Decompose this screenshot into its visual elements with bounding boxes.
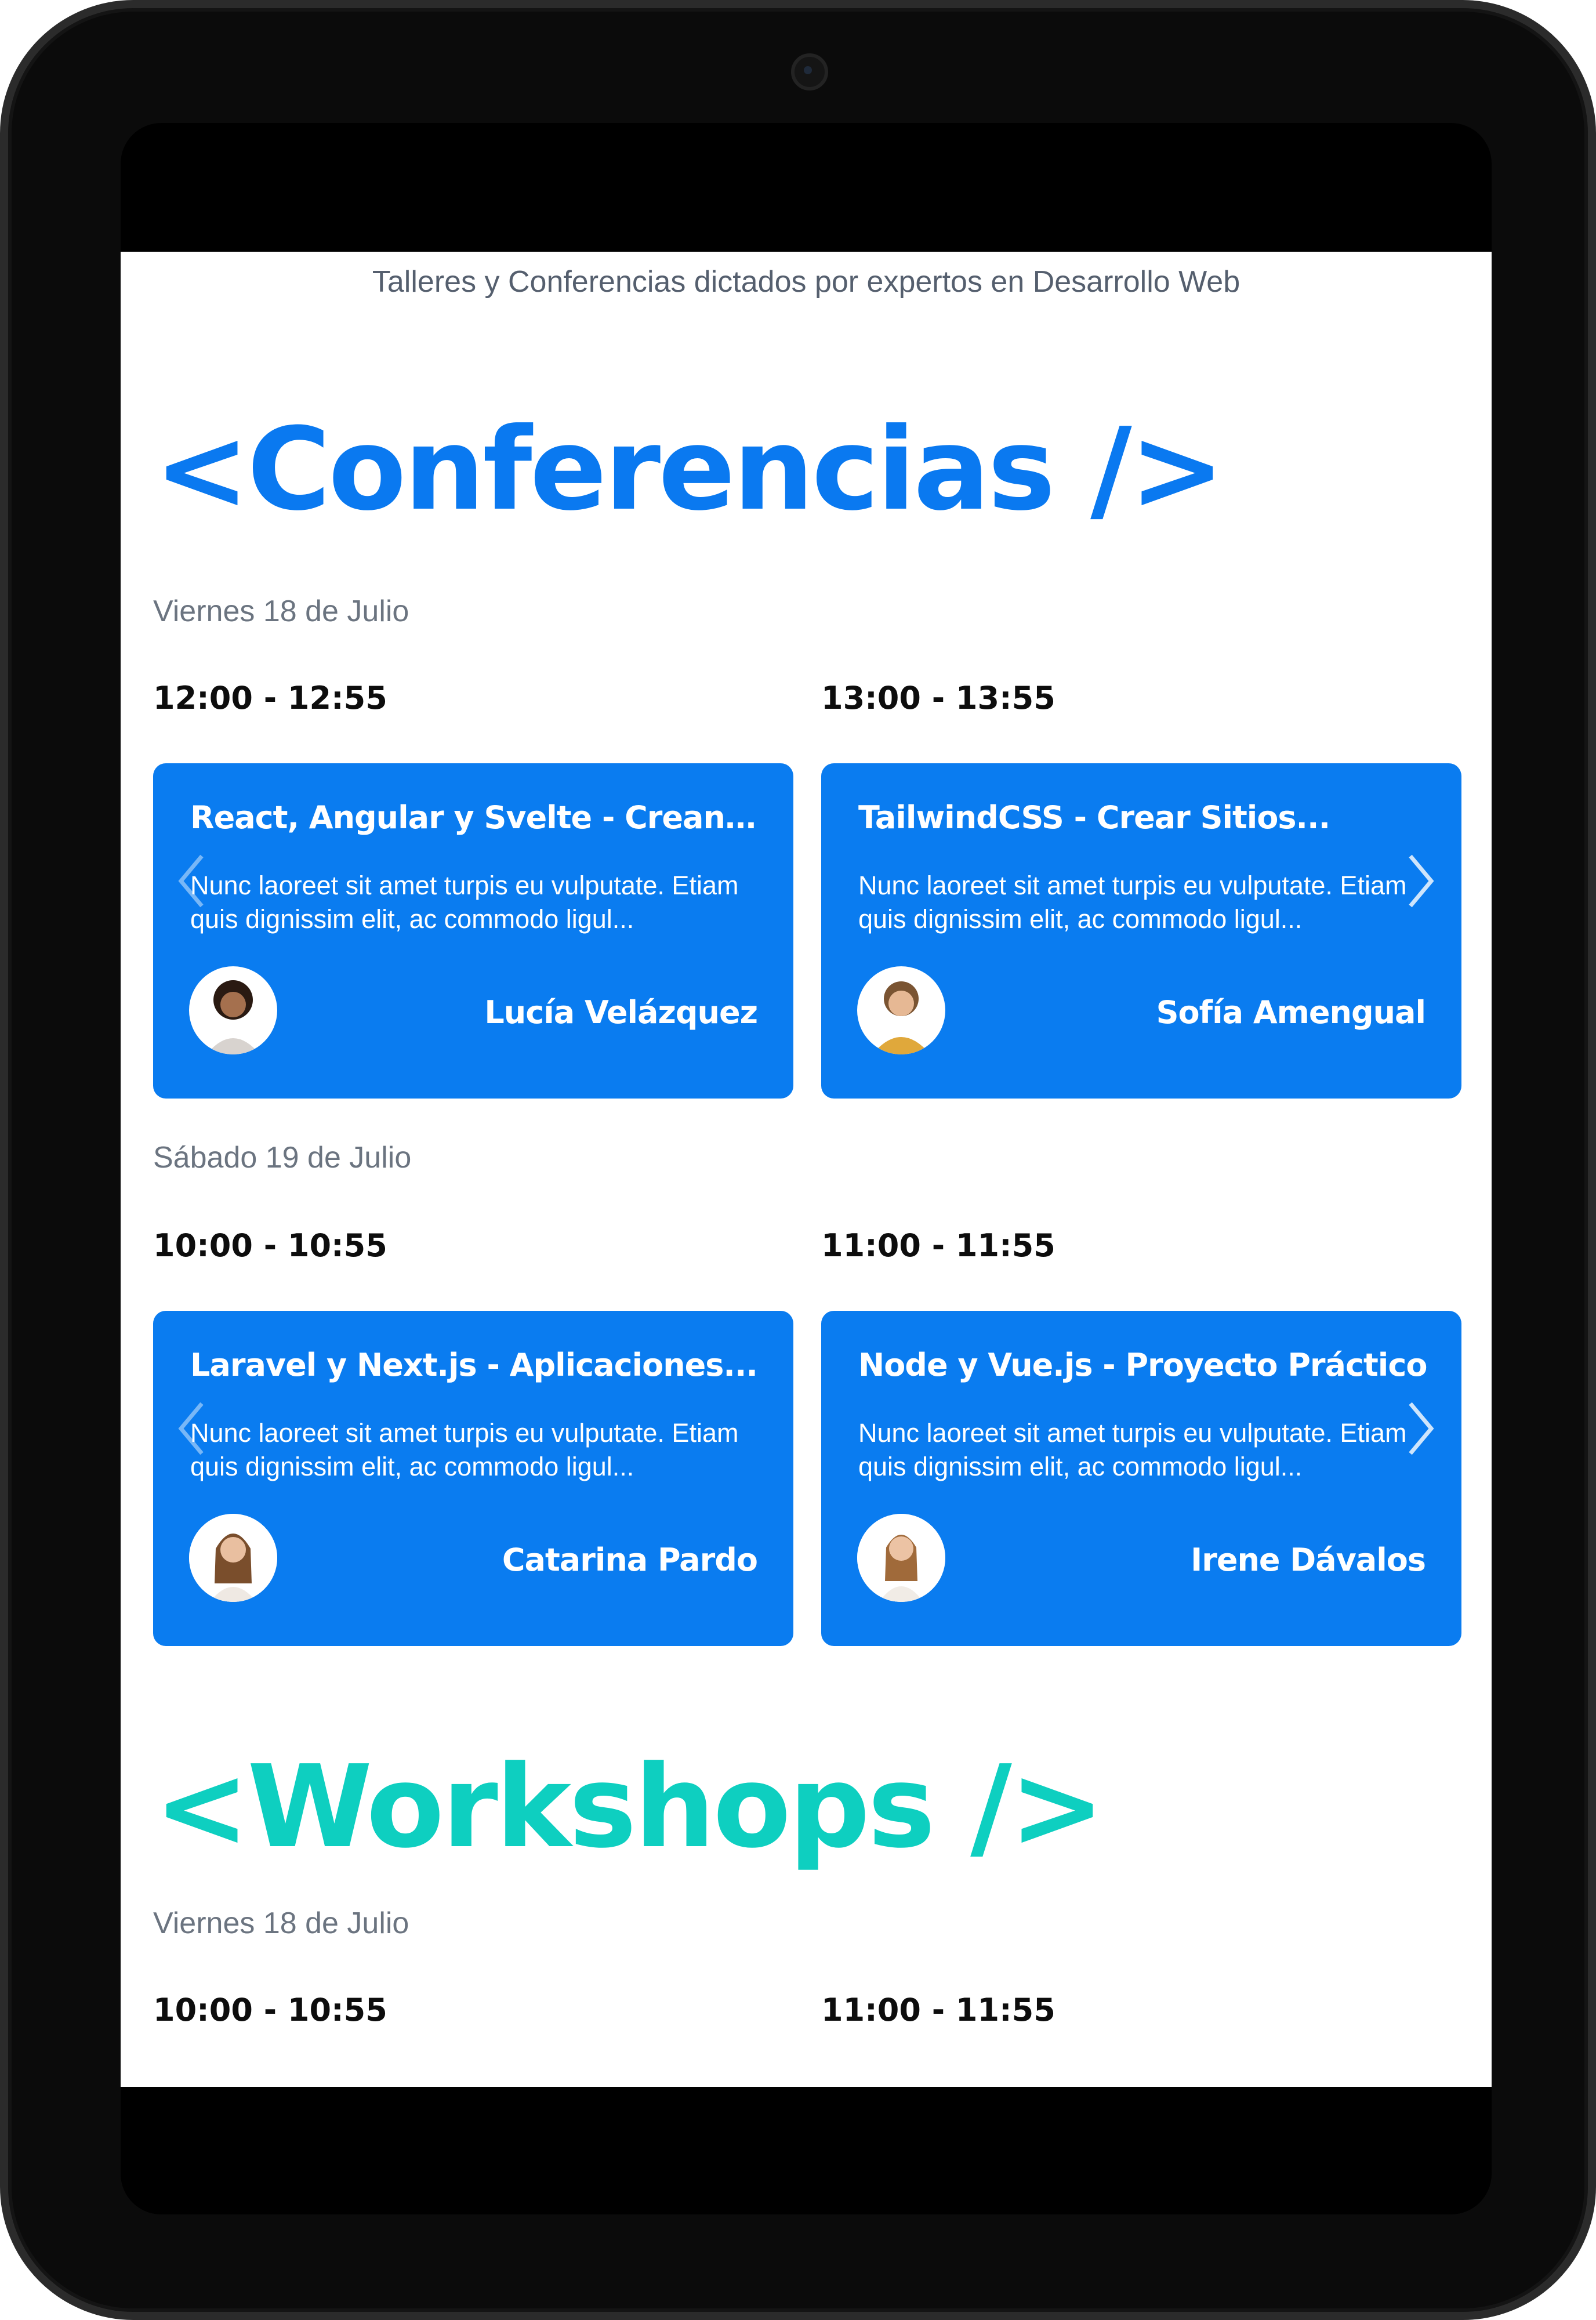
speaker-name: Lucía Velázquez [484,994,758,1031]
event-card[interactable]: TailwindCSS - Crear Sitios... Nunc laore… [821,763,1461,1099]
event-description: Nunc laoreet sit amet turpis eu vulputat… [858,871,1407,934]
event-description: Nunc laoreet sit amet turpis eu vulputat… [190,871,739,934]
web-page[interactable]: Talleres y Conferencias dictados por exp… [121,252,1492,2087]
event-card[interactable]: Node y Vue.js - Proyecto Práctico Nunc l… [821,1311,1461,1646]
chevron-left-icon[interactable] [172,1397,212,1460]
chevron-right-icon[interactable] [1400,849,1441,913]
event-description: Nunc laoreet sit amet turpis eu vulputat… [858,1418,1407,1481]
event-time: 10:00 - 10:55 [153,1227,387,1264]
conferencias-heading: <Conferencias /> [154,404,1225,536]
tablet-frame: Talleres y Conferencias dictados por exp… [0,0,1596,2320]
event-time: 13:00 - 13:55 [821,680,1055,716]
camera-icon [791,53,828,90]
speaker-name: Catarina Pardo [502,1542,758,1578]
event-card[interactable]: Laravel y Next.js - Aplicaciones... Nunc… [153,1311,793,1646]
chevron-right-icon[interactable] [1400,1397,1441,1460]
event-title: React, Angular y Svelte - Creand... [190,799,770,836]
event-description: Nunc laoreet sit amet turpis eu vulputat… [190,1418,739,1481]
event-time: 12:00 - 12:55 [153,680,387,716]
speaker-avatar [189,1514,277,1602]
speaker-name: Sofía Amengual [1156,994,1426,1031]
workshops-heading: <Workshops /> [154,1741,1105,1873]
speaker-avatar [189,966,277,1054]
speaker-avatar [857,1514,945,1602]
event-title: Laravel y Next.js - Aplicaciones... [190,1347,758,1383]
speaker-name: Irene Dávalos [1191,1542,1426,1578]
event-card[interactable]: React, Angular y Svelte - Creand... Nunc… [153,763,793,1099]
event-title: TailwindCSS - Crear Sitios... [858,799,1330,836]
chevron-left-icon[interactable] [172,849,212,913]
page-subtitle: Talleres y Conferencias dictados por exp… [372,265,1240,299]
speaker-avatar [857,966,945,1054]
event-time: 11:00 - 11:55 [821,1227,1055,1264]
event-time: 11:00 - 11:55 [821,1992,1055,2028]
tablet-bezel: Talleres y Conferencias dictados por exp… [121,123,1492,2214]
day-label-viernes: Viernes 18 de Julio [153,594,409,628]
day-label-sabado: Sábado 19 de Julio [153,1141,412,1174]
event-time: 10:00 - 10:55 [153,1992,387,2028]
event-title: Node y Vue.js - Proyecto Práctico [858,1347,1427,1383]
day-label-viernes: Viernes 18 de Julio [153,1906,409,1940]
